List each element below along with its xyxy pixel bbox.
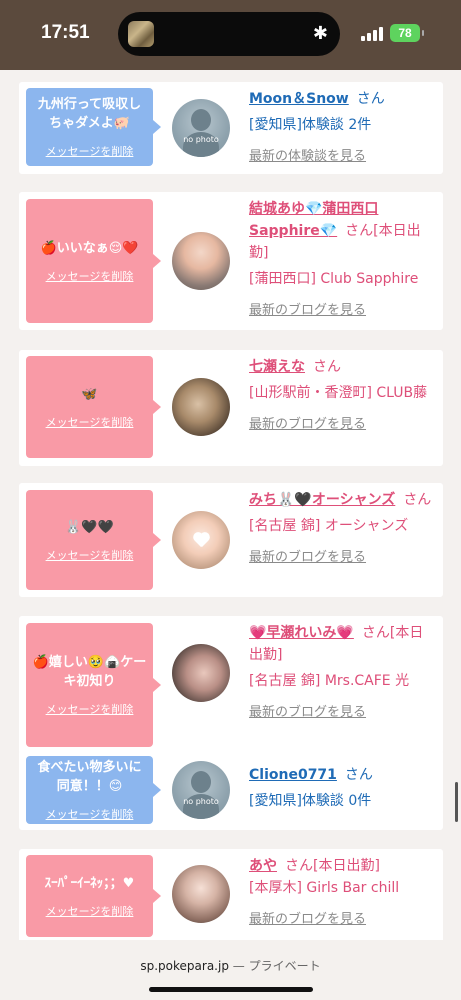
clock: 17:51 [41, 22, 90, 43]
private-mode-label: — プライベート [232, 959, 321, 973]
shop-info: [本厚木] Girls Bar chill [249, 880, 400, 896]
view-latest-link[interactable]: 最新のブログを見る [249, 414, 437, 436]
delete-message-link[interactable]: メッセージを削除 [46, 806, 134, 822]
avatar[interactable]: no photo [172, 761, 230, 819]
avatar[interactable] [172, 378, 230, 436]
message-text: 🍎嬉しい🥹🍙ケーキ初知り [32, 655, 147, 689]
no-photo-label: no photo [183, 135, 219, 144]
list-item: 🍎いいなぁ😌❤️ メッセージを削除 結城あゆ💎蒲田西口Sapphire💎 さん[本… [19, 192, 443, 330]
delete-message-link[interactable]: メッセージを削除 [46, 143, 134, 159]
shop-info: [山形駅前・香澄町] CLUB藤 [249, 385, 428, 401]
scrollbar[interactable] [455, 782, 458, 822]
delete-message-link[interactable]: メッセージを削除 [46, 268, 134, 284]
honorific: さん [344, 767, 373, 783]
user-name-link[interactable]: みち🐰🖤オーシャンズ [249, 492, 395, 508]
honorific: さん [313, 359, 341, 375]
url-display[interactable]: sp.pokepara.jp — プライベート [0, 957, 461, 974]
user-name-link[interactable]: あや [249, 858, 277, 874]
message-text: ｽｰﾊﾟｰｲｰﾈｯ；；♥ [44, 875, 135, 891]
shop-info: [名古屋 錦] オーシャンズ [249, 518, 409, 534]
message-bubble: 食べたい物多いに同意！！😊 メッセージを削除 [26, 756, 161, 824]
view-latest-link[interactable]: 最新のブログを見る [249, 702, 437, 724]
no-photo-label: no photo [183, 797, 219, 806]
view-latest-link[interactable]: 最新の体験談を見る [249, 146, 437, 168]
user-name-link[interactable]: Moon＆Snow [249, 91, 349, 107]
list-item: ｽｰﾊﾟｰｲｰﾈｯ；；♥ メッセージを削除 あや さん[本日出勤] [本厚木] G… [19, 849, 443, 940]
list-item: 🦋 メッセージを削除 七瀬えな さん [山形駅前・香澄町] CLUB藤 最新のブロ… [19, 350, 443, 466]
honorific: さん [356, 91, 385, 107]
shop-info: [名古屋 錦] Mrs.CAFE 光 [249, 673, 410, 689]
message-bubble: 🍎嬉しい🥹🍙ケーキ初知り メッセージを削除 [26, 623, 161, 747]
browser-address-bar[interactable]: sp.pokepara.jp — プライベート [0, 940, 461, 1000]
status-bar: 17:51 ✱ 78 [0, 0, 461, 70]
honorific: さん[本日出勤] [285, 858, 380, 874]
message-text: 🦋 [81, 386, 98, 402]
message-list[interactable]: 九州行って吸収しちゃダメよ🐖 メッセージを削除 no photo Moon＆Sn… [0, 70, 461, 940]
list-item: 九州行って吸収しちゃダメよ🐖 メッセージを削除 no photo Moon＆Sn… [19, 82, 443, 174]
delete-message-link[interactable]: メッセージを削除 [46, 547, 134, 563]
signal-bars-icon [361, 27, 383, 41]
message-text: 食べたい物多いに同意！！😊 [37, 760, 142, 794]
home-indicator[interactable] [149, 987, 313, 992]
user-name-link[interactable]: Clione0771 [249, 767, 337, 783]
entry-info: あや さん[本日出勤] [本厚木] Girls Bar chill 最新のブログを… [249, 855, 437, 931]
message-text: 九州行って吸収しちゃダメよ🐖 [37, 97, 142, 131]
shop-info: [愛知県]体験談 0件 [249, 793, 372, 809]
domain-text: sp.pokepara.jp [140, 959, 229, 973]
entry-info: 💗早瀬れいみ💗 さん[本日出勤] [名古屋 錦] Mrs.CAFE 光 最新のブロ… [249, 622, 437, 724]
message-text: 🐰🖤🖤 [65, 519, 114, 535]
user-name-link[interactable]: 七瀬えな [249, 359, 305, 375]
view-latest-link[interactable]: 最新のブログを見る [249, 909, 437, 931]
delete-message-link[interactable]: メッセージを削除 [46, 414, 134, 430]
message-bubble: 九州行って吸収しちゃダメよ🐖 メッセージを削除 [26, 88, 161, 166]
dynamic-island[interactable]: ✱ [118, 12, 340, 56]
message-bubble: ｽｰﾊﾟｰｲｰﾈｯ；；♥ メッセージを削除 [26, 855, 161, 937]
list-item: 🐰🖤🖤 メッセージを削除 みち🐰🖤オーシャンズ さん [名古屋 錦] オーシャンズ… [19, 483, 443, 597]
entry-info: 七瀬えな さん [山形駅前・香澄町] CLUB藤 最新のブログを見る [249, 356, 437, 436]
avatar[interactable] [172, 232, 230, 290]
user-name-link[interactable]: 💗早瀬れいみ💗 [249, 625, 354, 641]
message-bubble: 🐰🖤🖤 メッセージを削除 [26, 490, 161, 590]
heart-sticker-icon [192, 533, 210, 547]
view-latest-link[interactable]: 最新のブログを見る [249, 547, 437, 569]
view-latest-link[interactable]: 最新のブログを見る [249, 300, 437, 322]
avatar[interactable] [172, 644, 230, 702]
entry-info: 結城あゆ💎蒲田西口Sapphire💎 さん[本日出勤] [蒲田西口] Club S… [249, 198, 437, 322]
now-playing-thumbnail [128, 21, 154, 47]
avatar[interactable] [172, 511, 230, 569]
entry-info: Clione0771 さん [愛知県]体験談 0件 [249, 764, 437, 812]
message-text: 🍎いいなぁ😌❤️ [40, 240, 139, 256]
shop-info: [蒲田西口] Club Sapphire [249, 271, 419, 287]
entry-info: みち🐰🖤オーシャンズ さん [名古屋 錦] オーシャンズ 最新のブログを見る [249, 489, 437, 569]
entry-info: Moon＆Snow さん [愛知県]体験談 2件 最新の体験談を見る [249, 88, 437, 168]
list-item: 食べたい物多いに同意！！😊 メッセージを削除 no photo Clione07… [19, 750, 443, 830]
delete-message-link[interactable]: メッセージを削除 [46, 701, 134, 717]
list-item: 🍎嬉しい🥹🍙ケーキ初知り メッセージを削除 💗早瀬れいみ💗 さん[本日出勤] [名… [19, 616, 443, 754]
battery-icon: 78 [390, 24, 424, 42]
bluetooth-icon: ✱ [312, 23, 328, 44]
message-bubble: 🦋 メッセージを削除 [26, 356, 161, 458]
avatar[interactable]: no photo [172, 99, 230, 157]
honorific: さん [403, 492, 432, 508]
message-bubble: 🍎いいなぁ😌❤️ メッセージを削除 [26, 199, 161, 323]
avatar[interactable] [172, 865, 230, 923]
delete-message-link[interactable]: メッセージを削除 [46, 903, 134, 919]
shop-info: [愛知県]体験談 2件 [249, 117, 372, 133]
